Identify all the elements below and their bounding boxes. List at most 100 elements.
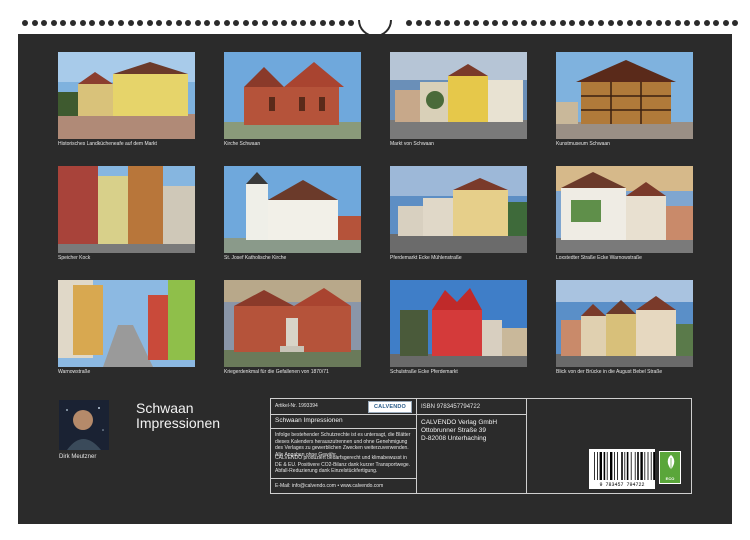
photo-8-caption: Loxstedter Straße Ecke Warnowstraße	[556, 255, 642, 261]
title-line-1: Schwaan	[136, 400, 194, 416]
binding-hole	[290, 20, 297, 26]
binding-hole	[271, 20, 278, 26]
divider	[416, 414, 526, 415]
photo-10-caption: Kriegerdenkmal für die Gefallenen von 18…	[224, 369, 329, 375]
calendar-name: Schwaan Impressionen	[275, 417, 343, 424]
binding-hole	[89, 20, 96, 26]
binding-hole	[108, 20, 115, 26]
binding-hole	[444, 20, 451, 26]
photo-1	[58, 52, 195, 139]
barcode-bar	[650, 452, 652, 480]
binding-hole	[530, 20, 537, 26]
photo-8	[556, 166, 693, 253]
white-church-image	[224, 166, 361, 253]
binding-hole	[329, 20, 336, 26]
binding-hole	[281, 20, 288, 26]
binding-hole	[550, 20, 556, 26]
binding-hole	[578, 20, 585, 26]
binding-hole	[569, 20, 576, 26]
binding-hole	[559, 20, 566, 26]
barcode-bar	[626, 452, 629, 480]
binding-hole	[415, 20, 422, 26]
photo-2-caption: Kirche Schwaan	[224, 141, 261, 147]
barcode-bar	[614, 452, 615, 480]
binding-hole	[214, 20, 220, 26]
photo-4	[556, 52, 693, 139]
photo-4-caption: Kunstmuseum Schwaan	[556, 141, 610, 147]
binding-hole	[79, 20, 86, 26]
barcode-bar	[634, 452, 636, 480]
barcode-bar	[644, 452, 646, 480]
binding-hole	[166, 20, 172, 26]
binding-hole	[492, 20, 499, 26]
hanger-hook	[358, 19, 392, 36]
barcode-bar	[630, 452, 632, 480]
binding-hole	[348, 20, 355, 26]
market-square-image	[390, 52, 527, 139]
binding-hole	[473, 20, 480, 26]
divider	[526, 399, 527, 493]
photo-5	[58, 166, 195, 253]
binding-hole	[262, 20, 268, 26]
photo-1-caption: Historisches Landkücheneafe auf dem Mark…	[58, 141, 157, 147]
barcode-bar	[624, 452, 626, 480]
binding-hole	[319, 20, 326, 26]
binding-hole	[636, 20, 643, 26]
eco-notice: CALVENDO produziert bedarfsgerecht und k…	[275, 455, 411, 474]
barcode-bar	[647, 452, 649, 480]
eco-badge: ECO	[659, 451, 681, 484]
publisher-name: CALVENDO Verlag GmbH	[421, 419, 498, 426]
mural-house-image	[556, 166, 693, 253]
binding-hole	[434, 20, 441, 26]
title-line-2: Impressionen	[136, 415, 221, 431]
binding-hole	[50, 20, 57, 26]
binding-hole	[137, 20, 144, 26]
binding-hole	[482, 20, 489, 26]
binding-hole	[646, 20, 652, 26]
barcode-bar	[594, 452, 595, 480]
binding-hole	[70, 20, 76, 26]
calendar-title: Schwaan Impressionen	[136, 401, 220, 431]
photo-2	[224, 52, 361, 139]
cobbled-street-image	[58, 280, 195, 367]
binding-hole	[310, 20, 316, 26]
binding-hole	[127, 20, 134, 26]
yellow-house-street-image	[58, 52, 195, 139]
photo-3	[390, 52, 527, 139]
barcode-bar	[603, 452, 606, 480]
binding-hole	[463, 20, 470, 26]
publisher-info-box: Artikel-Nr. 1993394 CALVENDO Schwaan Imp…	[270, 398, 692, 494]
half-timbered-house-image	[556, 52, 693, 139]
author-avatar-image	[59, 400, 109, 450]
binding-hole	[118, 20, 124, 26]
binding-hole	[204, 20, 211, 26]
binding-hole	[31, 20, 38, 26]
binding-hole	[521, 20, 528, 26]
binding-hole	[233, 20, 240, 26]
divider	[271, 478, 416, 479]
binding-hole	[98, 20, 105, 26]
binding-hole	[60, 20, 67, 26]
barcode-bar	[606, 452, 608, 480]
photo-10	[224, 280, 361, 367]
barcode-bar	[617, 452, 618, 480]
publisher-city: D-82008 Unterhaching	[421, 435, 487, 442]
binding-hole	[540, 20, 547, 26]
photo-7-caption: Pferdemarkt Ecke Mühlenstraße	[390, 255, 462, 261]
binding-hole	[22, 20, 28, 26]
binding-hole	[156, 20, 163, 26]
contact-line: E-Mail: info@calvendo.com • www.calvendo…	[275, 483, 384, 489]
binding-hole	[732, 20, 739, 26]
barcode-bar	[637, 452, 639, 480]
binding-hole	[598, 20, 604, 26]
binding-hole	[194, 20, 201, 26]
binding-hole	[607, 20, 614, 26]
calendar-back-cover: Historisches Landkücheneafe auf dem Mark…	[18, 34, 732, 524]
binding-hole	[722, 20, 729, 26]
binding-hole	[703, 20, 710, 26]
binding-hole	[626, 20, 633, 26]
binding-hole	[684, 20, 691, 26]
photo-11-caption: Schulstraße Ecke Pferdemarkt	[390, 369, 458, 375]
author-portrait	[59, 400, 109, 450]
barcode-bar	[653, 452, 656, 480]
